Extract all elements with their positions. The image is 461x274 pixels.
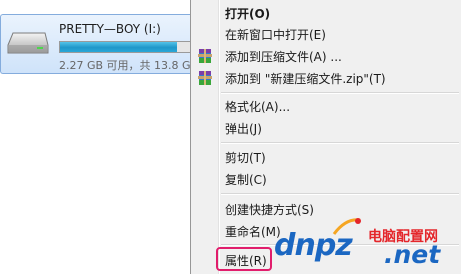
drive-usage-fill — [60, 42, 177, 52]
menu-item-add-to-archive[interactable]: 添加到压缩文件(A) ... — [191, 45, 461, 67]
menu-item-label: 在新窗口中打开(E) — [225, 27, 326, 42]
menu-item-open[interactable]: 打开(O) — [191, 2, 461, 24]
menu-item-label: 复制(C) — [225, 172, 267, 187]
menu-separator — [221, 92, 459, 94]
site-watermark: dnpz 电脑配置网 .net — [272, 214, 460, 272]
drive-name: PRETTY—BOY (I:) — [59, 22, 161, 36]
properties-highlight-box — [216, 247, 272, 271]
drive-tile[interactable]: PRETTY—BOY (I:) 2.27 GB 可用，共 13.8 G — [0, 14, 199, 74]
menu-separator — [221, 142, 459, 144]
winrar-archive-icon — [198, 49, 212, 63]
watermark-logo-text: dnpz — [274, 228, 353, 263]
removable-drive-icon — [7, 32, 49, 54]
menu-item-copy[interactable]: 复制(C) — [191, 168, 461, 190]
menu-item-cut[interactable]: 剪切(T) — [191, 146, 461, 168]
menu-item-add-to-zip[interactable]: 添加到 "新建压缩文件.zip"(T) — [191, 67, 461, 89]
menu-item-eject[interactable]: 弹出(J) — [191, 117, 461, 139]
menu-item-label: 剪切(T) — [225, 150, 266, 165]
winrar-archive-icon — [198, 71, 212, 85]
menu-item-open-new-window[interactable]: 在新窗口中打开(E) — [191, 23, 461, 45]
menu-item-label: 打开(O) — [225, 6, 271, 21]
menu-item-format[interactable]: 格式化(A)... — [191, 95, 461, 117]
menu-item-label: 弹出(J) — [225, 121, 262, 136]
menu-separator — [221, 193, 459, 195]
menu-item-label: 格式化(A)... — [225, 99, 291, 114]
drive-space-info: 2.27 GB 可用，共 13.8 G — [59, 59, 191, 72]
menu-item-label: 添加到 "新建压缩文件.zip"(T) — [225, 71, 386, 86]
watermark-domain-text: .net — [384, 240, 441, 269]
drive-usage-bar — [59, 41, 199, 53]
menu-item-label: 添加到压缩文件(A) ... — [225, 49, 342, 64]
